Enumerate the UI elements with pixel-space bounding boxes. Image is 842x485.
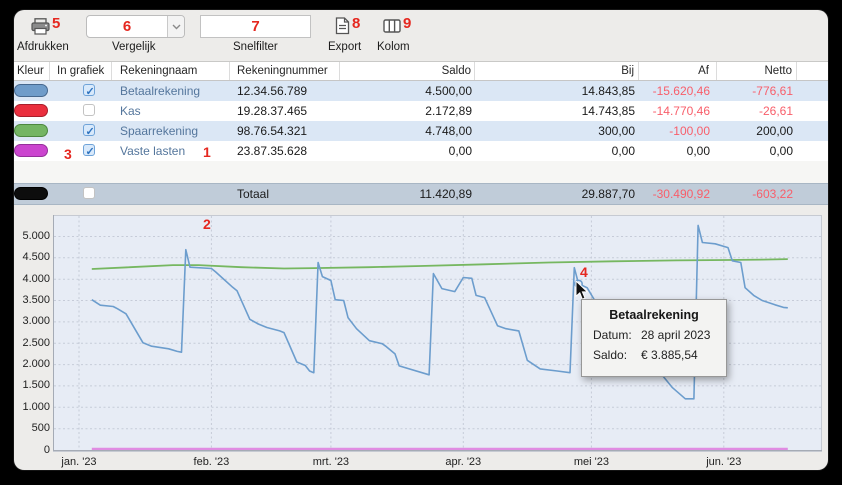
y-tick: 1.500 — [14, 379, 50, 391]
table-row[interactable]: Spaarrekening 98.76.54.321 4.748,00 300,… — [14, 121, 828, 141]
snelfilter-input[interactable]: 7 — [200, 15, 311, 38]
annotation-9: 9 — [403, 15, 411, 32]
chart-tooltip: Betaalrekening Datum: 28 april 2023 Sald… — [581, 299, 727, 377]
col-header-in-grafiek[interactable]: In grafiek — [50, 62, 112, 80]
bij-value: 300,00 — [475, 121, 639, 141]
netto-value: -776,61 — [717, 81, 797, 101]
toolbar: 5 6 7 8 9 Afdrukk — [14, 10, 828, 62]
annotation-8: 8 — [352, 15, 360, 32]
in-grafiek-checkbox[interactable] — [83, 124, 95, 136]
table-row[interactable]: Vaste lasten 23.87.35.628 0,00 0,00 0,00… — [14, 141, 828, 161]
af-value: -100,00 — [639, 121, 717, 141]
total-label: Totaal — [230, 184, 340, 204]
x-tick: jan. '23 — [39, 456, 119, 468]
annotation-5: 5 — [52, 15, 60, 32]
annotation-6: 6 — [87, 16, 167, 37]
saldo-value: 0,00 — [340, 141, 475, 161]
y-tick: 3.000 — [14, 315, 50, 327]
bij-value: 29.887,70 — [475, 184, 639, 204]
vergelijk-dropdown[interactable]: 6 — [86, 15, 185, 38]
x-tick: apr. '23 — [423, 456, 503, 468]
in-grafiek-checkbox[interactable] — [83, 84, 95, 96]
netto-value: -26,61 — [717, 101, 797, 121]
color-pill[interactable] — [14, 84, 48, 97]
in-grafiek-checkbox[interactable] — [83, 104, 95, 116]
printer-icon[interactable] — [31, 18, 50, 40]
x-tick: feb. '23 — [171, 456, 251, 468]
af-value: -15.620,46 — [639, 81, 717, 101]
toolbar-label-afdrukken[interactable]: Afdrukken — [17, 41, 69, 53]
accounts-table: Kleur In grafiek Rekeningnaam Rekeningnu… — [14, 62, 828, 205]
account-name[interactable]: Kas — [112, 101, 230, 121]
x-tick: mrt. '23 — [291, 456, 371, 468]
col-header-netto[interactable]: Netto — [717, 62, 797, 80]
tooltip-saldo-label: Saldo: — [593, 348, 641, 362]
tooltip-title: Betaalrekening — [582, 308, 726, 322]
tooltip-datum-label: Datum: — [593, 328, 641, 342]
table-row[interactable]: Betaalrekening 12.34.56.789 4.500,00 14.… — [14, 81, 828, 101]
account-number: 19.28.37.465 — [230, 101, 340, 121]
toolbar-label-kolom[interactable]: Kolom — [377, 41, 410, 53]
in-grafiek-checkbox[interactable] — [83, 144, 95, 156]
af-value: 0,00 — [639, 141, 717, 161]
x-tick: mei '23 — [551, 456, 631, 468]
color-pill[interactable] — [14, 144, 48, 157]
annotation-1: 1 — [203, 144, 211, 160]
netto-value: 200,00 — [717, 121, 797, 141]
account-name[interactable]: Betaalrekening — [112, 81, 230, 101]
export-icon[interactable] — [335, 17, 350, 40]
saldo-value: 2.172,89 — [340, 101, 475, 121]
tooltip-saldo-value: € 3.885,54 — [641, 348, 698, 362]
columns-icon[interactable] — [383, 19, 401, 38]
annotation-3: 3 — [64, 146, 72, 162]
y-tick: 500 — [14, 422, 50, 434]
toolbar-label-snelfilter: Snelfilter — [233, 41, 278, 53]
table-row[interactable]: Kas 19.28.37.465 2.172,89 14.743,85 -14.… — [14, 101, 828, 121]
col-header-rekeningnaam[interactable]: Rekeningnaam — [112, 62, 230, 80]
total-row: Totaal 11.420,89 29.887,70 -30.490,92 -6… — [14, 183, 828, 205]
color-pill[interactable] — [14, 104, 48, 117]
table-header: Kleur In grafiek Rekeningnaam Rekeningnu… — [14, 62, 828, 81]
col-header-af[interactable]: Af — [639, 62, 717, 80]
y-tick: 5.000 — [14, 230, 50, 242]
y-tick: 4.000 — [14, 273, 50, 285]
app-window: 5 6 7 8 9 Afdrukk — [14, 10, 828, 470]
annotation-4: 4 — [580, 264, 588, 280]
netto-value: -603,22 — [717, 184, 797, 204]
saldo-value: 11.420,89 — [340, 184, 475, 204]
x-tick: jun. '23 — [684, 456, 764, 468]
y-tick: 2.000 — [14, 358, 50, 370]
account-number: 23.87.35.628 — [230, 141, 340, 161]
bij-value: 0,00 — [475, 141, 639, 161]
color-pill[interactable] — [14, 124, 48, 137]
account-name[interactable]: Spaarrekening — [112, 121, 230, 141]
y-tick: 1.000 — [14, 401, 50, 413]
af-value: -30.490,92 — [639, 184, 717, 204]
y-tick: 4.500 — [14, 251, 50, 263]
saldo-value: 4.748,00 — [340, 121, 475, 141]
y-tick: 3.500 — [14, 294, 50, 306]
account-number: 98.76.54.321 — [230, 121, 340, 141]
col-header-rekeningnummer[interactable]: Rekeningnummer — [230, 62, 340, 80]
col-header-bij[interactable]: Bij — [475, 62, 639, 80]
annotation-7: 7 — [201, 16, 310, 37]
bij-value: 14.843,85 — [475, 81, 639, 101]
col-header-kleur[interactable]: Kleur — [14, 62, 50, 80]
bij-value: 14.743,85 — [475, 101, 639, 121]
annotation-2: 2 — [203, 216, 211, 232]
chevron-down-icon — [167, 16, 184, 37]
af-value: -14.770,46 — [639, 101, 717, 121]
col-header-saldo[interactable]: Saldo — [340, 62, 475, 80]
color-pill[interactable] — [14, 187, 48, 200]
account-number: 12.34.56.789 — [230, 81, 340, 101]
y-tick: 2.500 — [14, 337, 50, 349]
tooltip-datum-value: 28 april 2023 — [641, 328, 710, 342]
netto-value: 0,00 — [717, 141, 797, 161]
y-tick: 0 — [14, 444, 50, 456]
account-name[interactable]: Vaste lasten — [112, 141, 230, 161]
saldo-value: 4.500,00 — [340, 81, 475, 101]
toolbar-label-export[interactable]: Export — [328, 41, 361, 53]
toolbar-label-vergelijk: Vergelijk — [112, 41, 155, 53]
in-grafiek-checkbox[interactable] — [83, 187, 95, 199]
